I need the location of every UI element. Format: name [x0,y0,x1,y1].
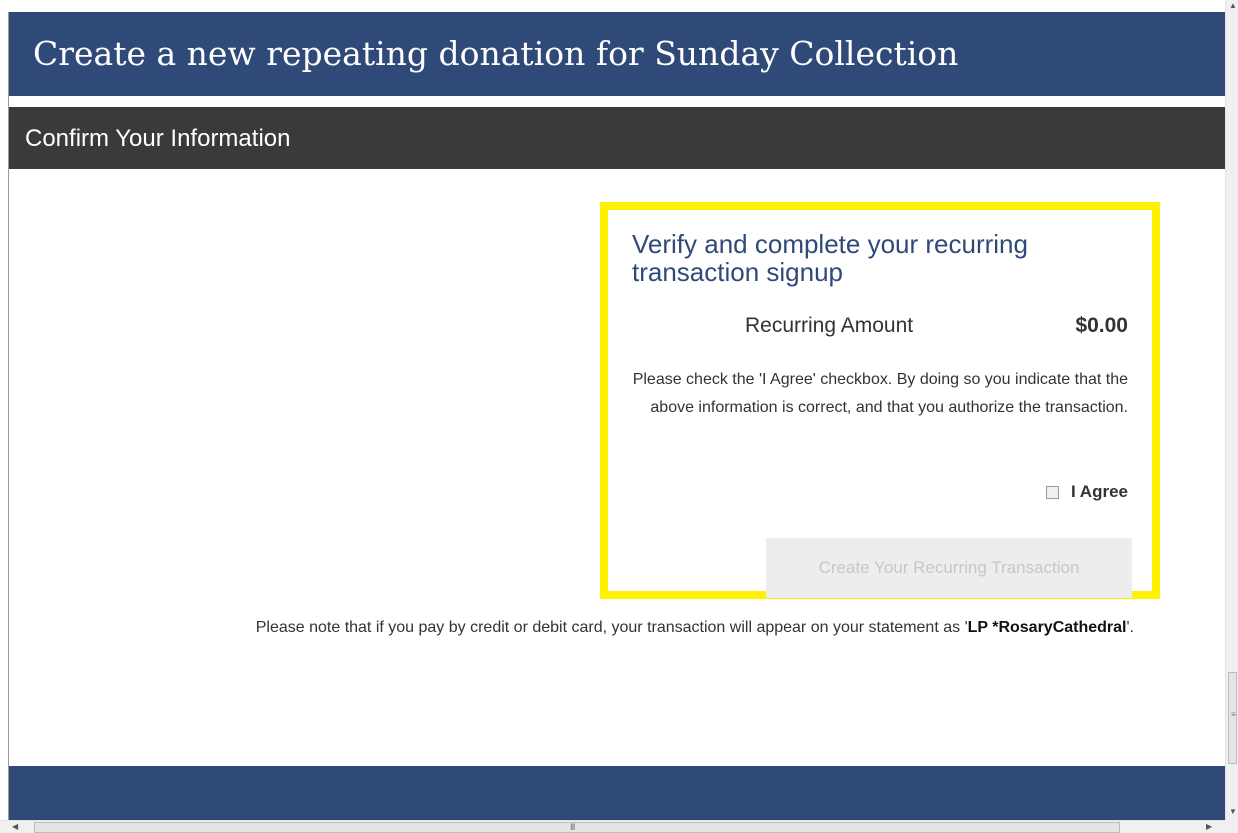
section-bar: Confirm Your Information [9,107,1225,169]
agree-label[interactable]: I Agree [1071,482,1128,502]
page-title: Create a new repeating donation for Sund… [33,34,959,73]
grip-icon: ≡ [1231,710,1236,719]
vertical-scroll-thumb[interactable]: ≡ [1228,672,1237,764]
arrow-left-icon[interactable]: ◀ [12,823,18,831]
create-recurring-transaction-button[interactable]: Create Your Recurring Transaction [766,538,1132,598]
agree-instructions: Please check the 'I Agree' checkbox. By … [632,371,1128,416]
page-footer [9,766,1225,820]
verify-panel: Verify and complete your recurring trans… [600,202,1160,599]
page-header: Create a new repeating donation for Sund… [9,12,1225,96]
arrow-up-icon[interactable]: ▲ [1229,2,1237,10]
verify-heading: Verify and complete your recurring trans… [632,229,1028,287]
horizontal-scroll-thumb[interactable]: III [34,822,1120,833]
statement-note-end: '. [1126,619,1135,636]
statement-note-text: Please note that if you pay by credit or… [255,619,968,636]
vertical-scrollbar[interactable]: ▲ ≡ ▼ [1225,0,1238,820]
scrollbar-corner [1225,820,1238,833]
arrow-right-icon[interactable]: ▶ [1206,823,1212,831]
section-title: Confirm Your Information [25,125,291,152]
arrow-down-icon[interactable]: ▼ [1229,808,1237,816]
agree-row: I Agree [1045,482,1128,502]
agree-checkbox[interactable] [1045,485,1059,499]
recurring-amount-value: $0.00 [1075,314,1128,337]
recurring-amount-label: Recurring Amount [745,314,914,337]
horizontal-scrollbar[interactable]: ◀ III ▶ [0,820,1225,833]
grip-icon: III [570,822,575,832]
statement-note: Please note that if you pay by credit or… [114,614,1134,642]
statement-descriptor: LP *RosaryCathedral [967,619,1127,636]
